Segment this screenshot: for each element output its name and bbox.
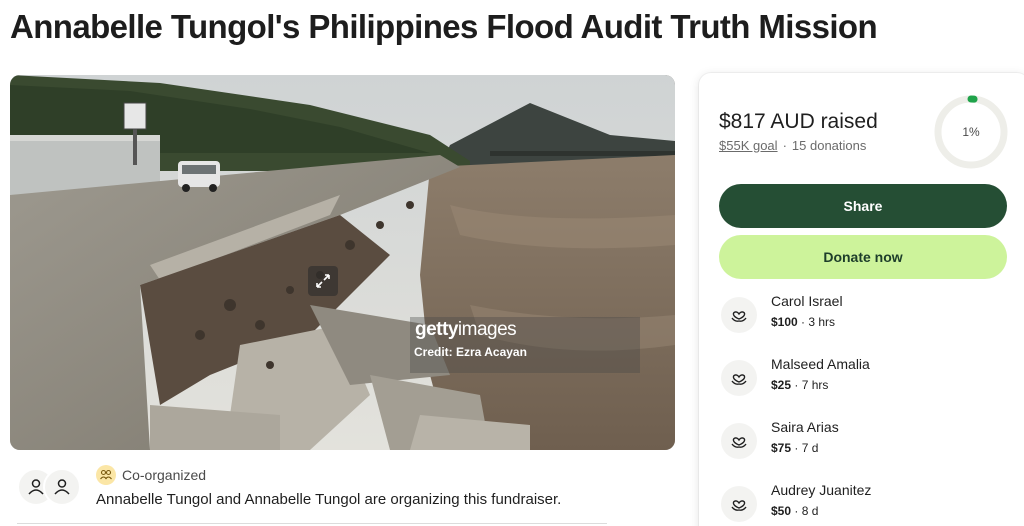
donor-amount: $25 [771,378,792,392]
amount-raised: $817 AUD raised [719,110,878,133]
organizer-description: Annabelle Tungol and Annabelle Tungol ar… [96,491,562,508]
fundraiser-hero-image[interactable]: gettyimages Credit: Ezra Acayan [10,75,675,450]
donor-meta: $75 · 7 d [771,441,818,455]
people-group-icon [96,465,116,485]
goal-summary: $55K goal · 15 donations [719,138,866,153]
co-organized-badge: Co-organized [96,465,206,485]
expand-image-button[interactable] [308,266,338,296]
donor-time: · 7 hrs [791,378,829,392]
heart-in-hand-icon [721,297,757,333]
heart-in-hand-icon [721,423,757,459]
donor-time: · 8 d [791,504,819,518]
heart-in-hand-icon [721,360,757,396]
divider [17,523,607,524]
organizer-avatar[interactable] [43,468,81,506]
person-icon [54,479,70,495]
donor-list-item: Audrey Juanitez $50 · 8 d [721,482,1011,526]
donor-meta: $100 · 3 hrs [771,315,835,329]
donation-count: 15 donations [791,138,867,153]
donor-time: · 3 hrs [797,315,836,329]
goal-link[interactable]: $55K goal [719,138,778,153]
donor-time: · 7 d [791,441,819,455]
donor-name: Malseed Amalia [771,356,870,372]
donor-amount: $100 [771,315,798,329]
photo-credit: Credit: Ezra Acayan [414,345,527,359]
donation-card: $817 AUD raised $55K goal · 15 donations 1… [699,73,1024,526]
donor-amount: $75 [771,441,792,455]
expand-arrows-icon [316,274,330,288]
heart-in-hand-icon [721,486,757,522]
donor-list-item: Saira Arias $75 · 7 d [721,419,1011,463]
getty-watermark-logo: gettyimages [415,319,517,340]
donor-name: Carol Israel [771,293,843,309]
donor-amount: $50 [771,504,792,518]
progress-percent: 1% [962,125,980,139]
flood-damage-photo [10,75,675,450]
co-organized-label: Co-organized [122,467,207,483]
share-button[interactable]: Share [719,184,1007,228]
donor-list-item: Malseed Amalia $25 · 7 hrs [721,356,1011,400]
separator: · [782,138,787,153]
donor-list-item: Carol Israel $100 · 3 hrs [721,293,1011,337]
donor-meta: $50 · 8 d [771,504,818,518]
donor-name: Audrey Juanitez [771,482,872,498]
page-title: Annabelle Tungol's Philippines Flood Aud… [10,8,878,45]
donate-now-button[interactable]: Donate now [719,235,1007,279]
donor-meta: $25 · 7 hrs [771,378,828,392]
donor-name: Saira Arias [771,419,839,435]
organizer-avatars[interactable] [17,468,81,508]
